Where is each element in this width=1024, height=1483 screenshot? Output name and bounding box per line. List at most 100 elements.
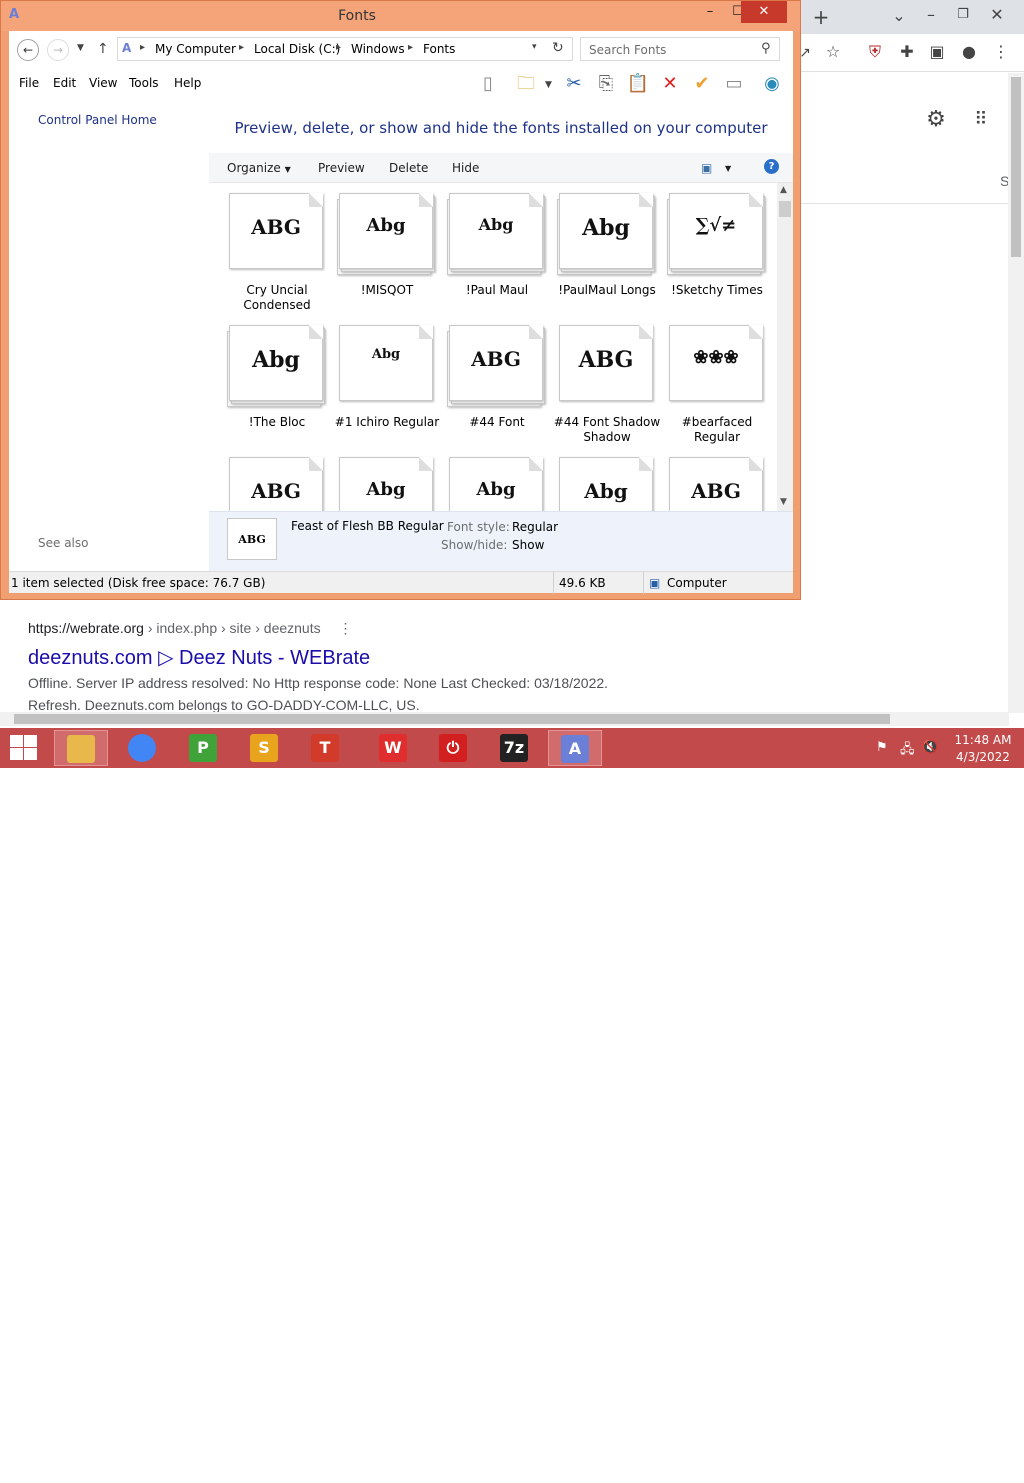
view-options-icon[interactable]: ▣ (701, 161, 712, 175)
font-name-line1: !Paul Maul (465, 283, 529, 297)
result-title-link[interactable]: deeznuts.com ▷ Deez Nuts - WEBrate (28, 645, 370, 670)
clock-date[interactable]: 4/3/2022 (946, 750, 1020, 764)
more-options-icon[interactable]: ⋮ (339, 620, 353, 636)
folder-options-icon[interactable]: 🗀 (513, 71, 539, 97)
page-horizontal-scrollbar[interactable] (0, 712, 1009, 726)
layout-pane-icon[interactable]: ▯ (475, 71, 501, 97)
organize-button[interactable]: Organize ▼ (227, 161, 291, 175)
volume-muted-icon[interactable]: 🔇 (922, 740, 938, 755)
menu-view[interactable]: View (89, 76, 117, 90)
scroll-up-icon[interactable]: ▲ (780, 185, 787, 195)
result-url[interactable]: https://webrate.org › index.php › site ›… (28, 620, 353, 637)
font-sample: Abg (366, 479, 406, 500)
page-fold (419, 457, 433, 471)
forward-button[interactable]: → (47, 39, 69, 61)
taskbar-fonts-app-button[interactable]: A (548, 730, 602, 766)
menu-bar: File Edit View Tools Help ▯ 🗀 ▼ ✂ ⎘ 📋 ✕ … (9, 67, 793, 97)
wps-spreadsheet-icon: S (250, 734, 278, 762)
page-fold (309, 325, 323, 339)
up-arrow-icon[interactable]: ↑ (97, 41, 109, 57)
taskbar-chrome-button[interactable] (115, 730, 169, 766)
preview-button[interactable]: Preview (318, 161, 365, 175)
font-name: #44 Font Shadow Shadow (547, 415, 667, 445)
action-center-flag-icon[interactable]: ⚑ (876, 740, 888, 755)
title-bar[interactable]: A Fonts – ☐ ✕ (1, 1, 800, 31)
settings-gear-icon[interactable]: ⚙ (923, 109, 949, 131)
breadcrumb[interactable]: A ▸ My Computer ▸ Local Disk (C:) ▸ Wind… (117, 37, 573, 61)
taskbar-wps-writer-button[interactable]: T (298, 730, 352, 766)
new-tab-icon[interactable]: + (810, 6, 832, 28)
delete-icon[interactable]: ✕ (657, 71, 683, 97)
taskbar-7zip-button[interactable]: 7z (487, 730, 541, 766)
page-fold (639, 325, 653, 339)
font-style-label: Font style: (447, 520, 510, 534)
breadcrumb-my-computer[interactable]: My Computer (155, 42, 236, 56)
hide-button[interactable]: Hide (452, 161, 479, 175)
copy-icon[interactable]: ⎘ (593, 71, 619, 97)
delete-button[interactable]: Delete (389, 161, 428, 175)
scroll-down-icon[interactable]: ▼ (780, 497, 787, 507)
recent-locations-icon[interactable]: ▼ (77, 43, 84, 53)
font-name: !Paul Maul (437, 283, 557, 298)
taskbar-file-explorer-button[interactable] (54, 730, 108, 766)
refresh-icon[interactable]: ↻ (552, 40, 564, 56)
cut-icon[interactable]: ✂ (561, 71, 587, 97)
windows-logo-icon (10, 748, 23, 760)
computer-icon: ▣ (649, 576, 661, 590)
close-icon[interactable]: ✕ (986, 4, 1008, 26)
scroll-thumb[interactable] (779, 201, 791, 217)
taskbar-wps-presentation-button[interactable]: P (176, 730, 230, 766)
font-grid-scrollbar[interactable]: ▲ ▼ (777, 183, 793, 511)
start-button[interactable] (8, 734, 38, 762)
breadcrumb-fonts[interactable]: Fonts (423, 42, 455, 56)
font-name: #bearfaced Regular (657, 415, 777, 445)
scroll-thumb[interactable] (1011, 77, 1021, 257)
menu-help[interactable]: Help (174, 76, 201, 90)
font-sample: Abg (582, 215, 630, 241)
chevron-down-icon[interactable]: ⌄ (888, 5, 910, 27)
extensions-puzzle-icon[interactable]: ✚ (896, 41, 918, 63)
minimize-button[interactable]: – (695, 1, 725, 23)
network-icon[interactable]: 🖧 (900, 740, 915, 762)
breadcrumb-separator: ▸ (408, 42, 414, 53)
profile-avatar-icon[interactable]: ● (958, 41, 980, 63)
globe-icon[interactable]: ◉ (759, 71, 785, 97)
browser-menu-icon[interactable]: ⋮ (990, 41, 1012, 63)
wps-presentation-icon: P (189, 734, 217, 762)
restore-icon[interactable]: ❐ (952, 4, 974, 26)
font-sample: Abg (478, 215, 514, 234)
bookmark-star-icon[interactable]: ☆ (822, 41, 844, 63)
minimize-icon[interactable]: – (920, 4, 942, 26)
address-dropdown-icon[interactable]: ▾ (532, 42, 537, 52)
search-input[interactable]: Search Fonts ⚲ (580, 37, 780, 61)
font-sample: ABG (578, 347, 634, 373)
taskbar-wps-office-button[interactable]: W (366, 730, 420, 766)
apps-grid-icon[interactable]: ⠿ (968, 109, 994, 131)
back-button[interactable]: ← (17, 39, 39, 61)
close-button[interactable]: ✕ (741, 1, 787, 23)
taskbar-power-app-button[interactable]: ⏻ (426, 730, 480, 766)
breadcrumb-local-disk[interactable]: Local Disk (C:) (254, 42, 340, 56)
side-panel-icon[interactable]: ▣ (926, 41, 948, 63)
chevron-down-icon[interactable]: ▼ (545, 80, 552, 90)
checkmark-icon[interactable]: ✔ (689, 71, 715, 97)
breadcrumb-windows[interactable]: Windows (351, 42, 405, 56)
properties-icon[interactable]: ▭ (721, 71, 747, 97)
search-icon[interactable]: ⚲ (761, 41, 771, 56)
font-name-line1: !The Bloc (248, 415, 306, 429)
paste-icon[interactable]: 📋 (625, 71, 651, 97)
scroll-thumb[interactable] (14, 714, 890, 724)
extension-shield-icon[interactable]: ⛨ (864, 41, 886, 63)
control-panel-home-link[interactable]: Control Panel Home (38, 113, 157, 127)
page-vertical-scrollbar[interactable] (1008, 73, 1024, 713)
menu-tools[interactable]: Tools (129, 76, 159, 90)
font-name: #44 Font (437, 415, 557, 430)
clock-time[interactable]: 11:48 AM (946, 733, 1020, 747)
chevron-down-icon[interactable]: ▼ (725, 164, 731, 173)
tray-overflow-icon[interactable]: ▲ (852, 1468, 862, 1483)
selected-font-name: Feast of Flesh BB Regular (291, 519, 444, 533)
menu-file[interactable]: File (19, 76, 39, 90)
taskbar-wps-spreadsheet-button[interactable]: S (237, 730, 291, 766)
menu-edit[interactable]: Edit (53, 76, 76, 90)
help-icon[interactable]: ? (764, 159, 779, 174)
